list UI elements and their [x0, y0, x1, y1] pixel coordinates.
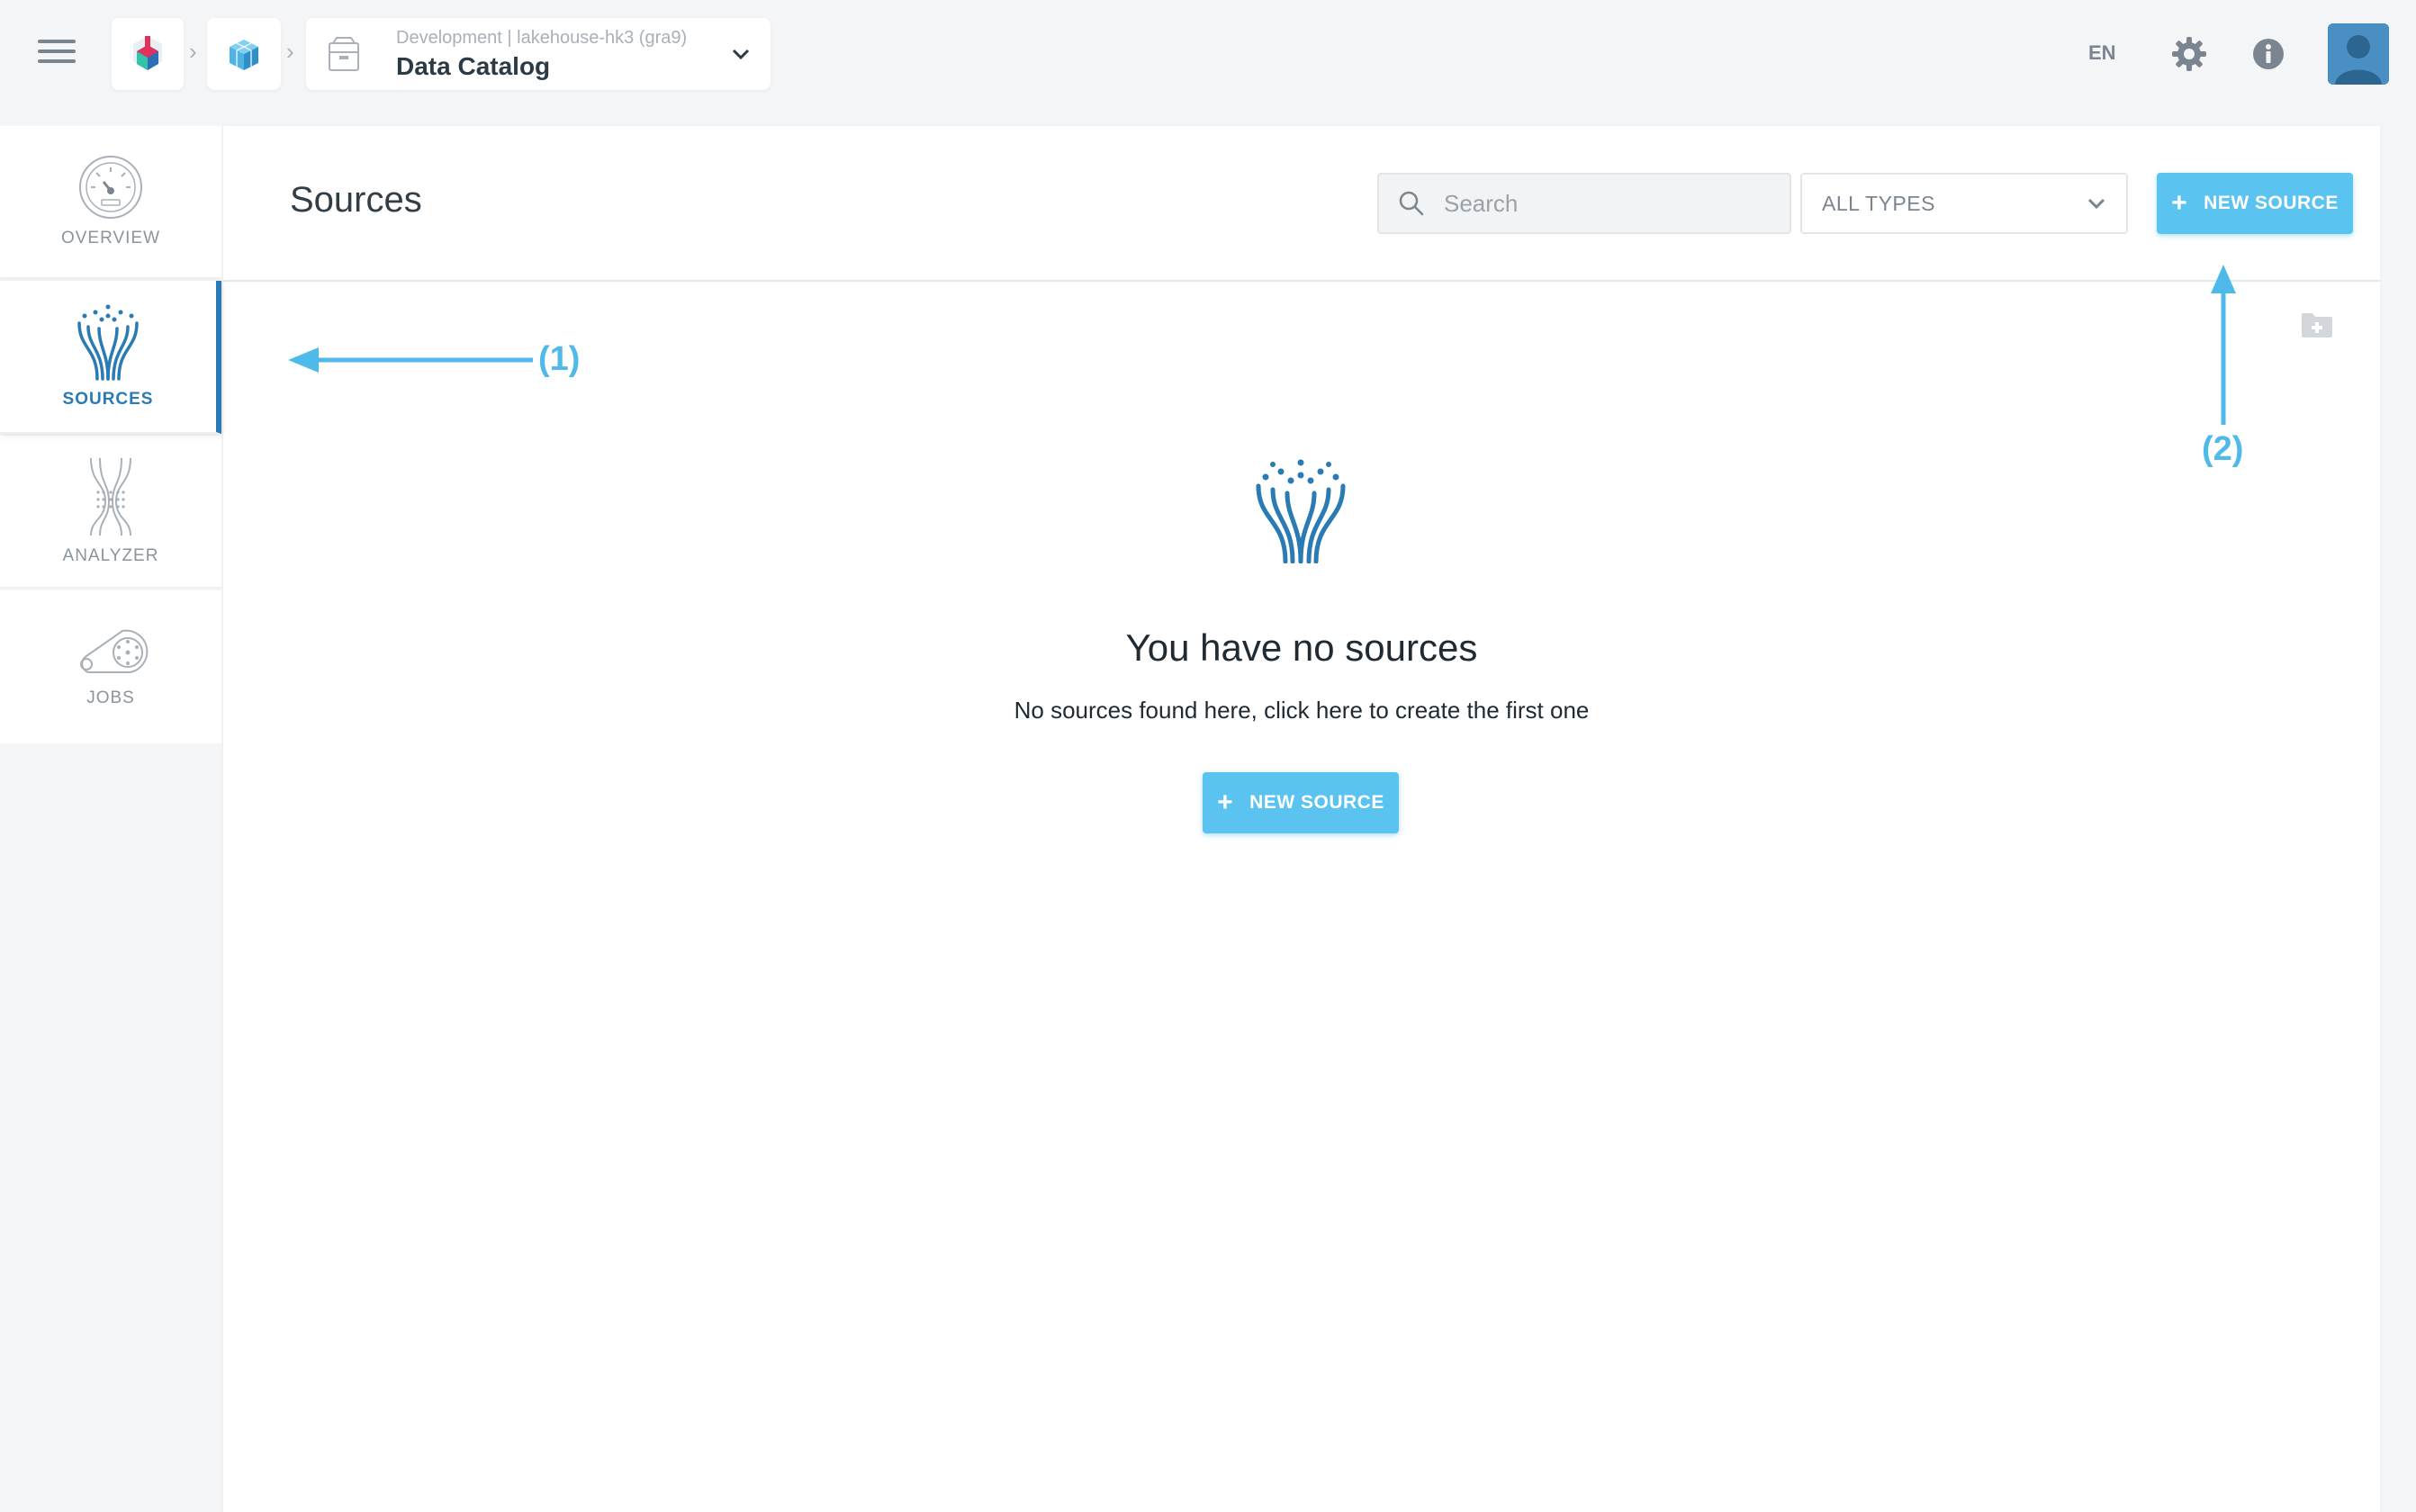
- search-icon: [1399, 191, 1424, 216]
- sidebar-item-analyzer[interactable]: ANALYZER: [0, 436, 221, 589]
- search-input[interactable]: [1442, 188, 1789, 219]
- app-logo-icon: [133, 36, 162, 70]
- empty-state-subtitle[interactable]: No sources found here, click here to cre…: [852, 697, 1752, 724]
- sidebar-item-label: ANALYZER: [62, 546, 159, 565]
- sidebar-item-label: OVERVIEW: [60, 229, 161, 248]
- add-folder-icon[interactable]: [2301, 311, 2333, 338]
- breadcrumb-project[interactable]: [207, 18, 281, 90]
- chevron-down-icon: [2087, 198, 2105, 210]
- plus-icon: +: [2171, 188, 2188, 218]
- info-icon[interactable]: [2252, 38, 2285, 70]
- new-source-label: NEW SOURCE: [1249, 792, 1384, 813]
- sidebar-item-label: SOURCES: [62, 390, 154, 409]
- gear-icon[interactable]: [2171, 36, 2207, 72]
- sidebar-item-jobs[interactable]: JOBS: [0, 590, 221, 743]
- empty-state-title: You have no sources: [1125, 626, 1478, 669]
- sources-tree-icon: [77, 304, 139, 381]
- user-icon: [2328, 23, 2389, 85]
- new-source-button[interactable]: + NEW SOURCE: [2157, 173, 2353, 234]
- breadcrumb-separator: ›: [189, 38, 197, 65]
- analyzer-funnel-icon: [90, 457, 131, 536]
- context-title: Data Catalog: [396, 51, 551, 80]
- annotation-label-2: (2): [2202, 430, 2244, 468]
- plus-icon: +: [1217, 788, 1234, 817]
- archive-box-icon: [329, 37, 359, 71]
- sidebar-item-label: JOBS: [86, 688, 135, 707]
- context-subtitle: Development | lakehouse-hk3 (gra9): [396, 27, 688, 48]
- sidebar-item-overview[interactable]: OVERVIEW: [0, 126, 221, 279]
- context-selector[interactable]: Development | lakehouse-hk3 (gra9) Data …: [306, 18, 771, 90]
- annotation-arrow-left: [288, 347, 533, 373]
- header-divider: [223, 280, 2380, 282]
- type-filter-select[interactable]: ALL TYPES: [1800, 173, 2128, 234]
- chevron-down-icon: [732, 49, 750, 60]
- conveyor-belt-icon: [80, 629, 149, 673]
- sidebar-item-sources[interactable]: SOURCES: [0, 281, 221, 434]
- page-title: Sources: [290, 180, 422, 220]
- annotation-label-1: (1): [538, 340, 581, 378]
- new-source-label: NEW SOURCE: [2204, 193, 2339, 213]
- type-filter-value: ALL TYPES: [1822, 191, 1935, 215]
- annotation-arrow-up: [2211, 265, 2236, 425]
- user-avatar[interactable]: [2328, 23, 2389, 85]
- breadcrumb-home[interactable]: [112, 18, 184, 90]
- gauge-icon: [79, 156, 142, 219]
- language-switcher[interactable]: EN: [2088, 41, 2116, 65]
- empty-state-new-source-button[interactable]: + NEW SOURCE: [1203, 772, 1399, 833]
- cube-icon: [230, 40, 258, 70]
- breadcrumb-separator: ›: [286, 38, 294, 65]
- hamburger-menu-icon[interactable]: [38, 40, 76, 68]
- search-box[interactable]: [1377, 173, 1791, 234]
- sources-tree-icon: [1256, 459, 1346, 563]
